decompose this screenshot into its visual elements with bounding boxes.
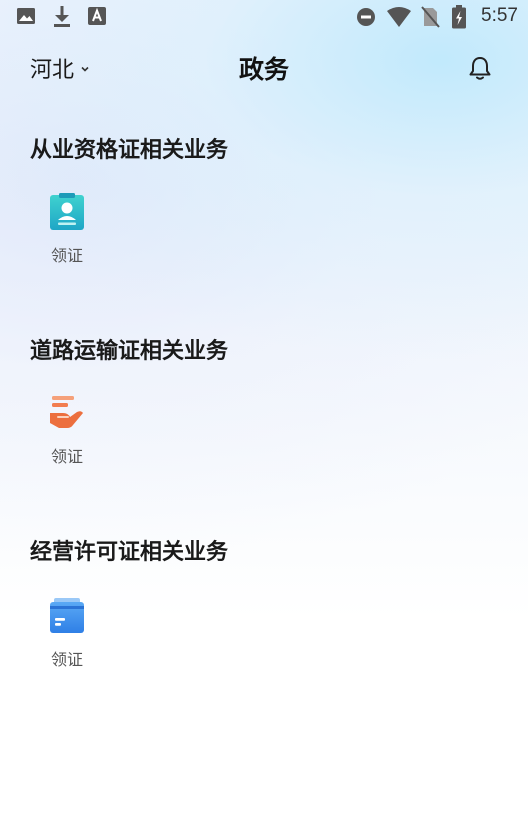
- service-label: 领证: [50, 650, 83, 669]
- battery-charging-icon: [452, 5, 466, 29]
- wallet-card-icon: [50, 598, 84, 633]
- page-title: 政务: [238, 55, 289, 84]
- do-not-disturb-icon: [357, 8, 375, 26]
- section-title: 从业资格证相关业务: [30, 138, 229, 163]
- wifi-icon: [387, 7, 411, 27]
- section-title: 经营许可证相关业务: [30, 540, 229, 565]
- download-icon: [54, 6, 70, 27]
- service-get-certificate-qualification[interactable]: 领证: [36, 192, 98, 268]
- app-a-icon: [88, 7, 106, 25]
- id-badge-icon: [50, 193, 84, 230]
- service-label: 领证: [50, 447, 83, 466]
- status-bar: 5:57: [0, 0, 528, 34]
- no-sim-icon: [421, 6, 440, 28]
- status-time: 5:57: [481, 5, 518, 26]
- service-label: 领证: [50, 246, 83, 265]
- section-title: 道路运输证相关业务: [30, 339, 229, 364]
- top-nav: 河北 政务: [0, 40, 528, 94]
- hand-card-icon: [50, 396, 83, 428]
- image-icon: [17, 8, 35, 24]
- bell-icon[interactable]: [466, 54, 494, 82]
- service-get-certificate-business-license[interactable]: 领证: [36, 596, 98, 672]
- service-get-certificate-road-transport[interactable]: 领证: [36, 393, 98, 469]
